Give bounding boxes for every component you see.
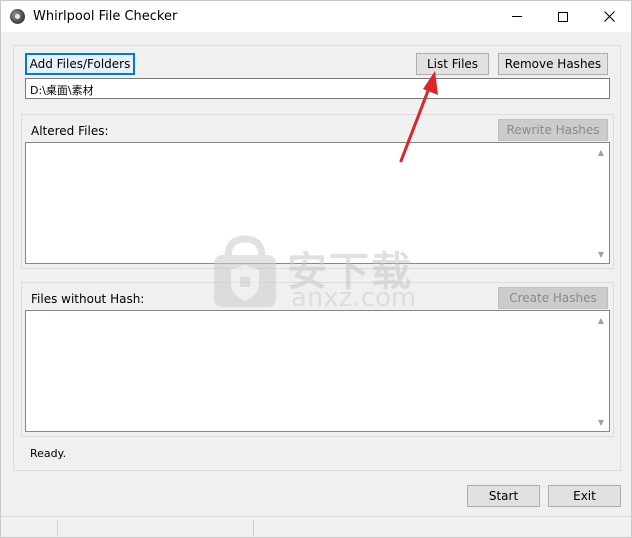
scroll-up-icon[interactable]: ▲: [595, 146, 607, 158]
close-button[interactable]: [586, 1, 632, 32]
add-files-folders-button[interactable]: Add Files/Folders: [25, 53, 135, 75]
list-files-button[interactable]: List Files: [416, 53, 489, 75]
status-text: Ready.: [30, 447, 67, 460]
maximize-button[interactable]: [540, 1, 586, 32]
exit-button[interactable]: Exit: [548, 485, 621, 507]
window-title: Whirlpool File Checker: [33, 9, 178, 24]
path-field[interactable]: D:\桌面\素材: [25, 78, 610, 99]
maximize-icon: [558, 11, 568, 22]
remove-hashes-button[interactable]: Remove Hashes: [498, 53, 608, 75]
altered-files-list[interactable]: ▲ ▼: [25, 142, 610, 264]
status-bar: [1, 516, 631, 537]
minimize-icon: [512, 16, 522, 17]
title-bar[interactable]: Whirlpool File Checker: [1, 1, 631, 32]
scroll-up-icon[interactable]: ▲: [595, 314, 607, 326]
status-bar-divider: [253, 520, 254, 536]
files-without-hash-label: Files without Hash:: [31, 292, 145, 306]
app-window: Whirlpool File Checker Add Files/Folders…: [0, 0, 632, 538]
app-logo-icon: [10, 9, 25, 24]
files-without-hash-list[interactable]: ▲ ▼: [25, 310, 610, 432]
scroll-down-icon[interactable]: ▼: [595, 416, 607, 428]
minimize-button[interactable]: [494, 1, 540, 32]
altered-files-label: Altered Files:: [31, 124, 109, 138]
scroll-down-icon[interactable]: ▼: [595, 248, 607, 260]
close-icon: [603, 11, 615, 22]
rewrite-hashes-button[interactable]: Rewrite Hashes: [498, 119, 608, 141]
status-bar-divider: [57, 520, 58, 536]
create-hashes-button[interactable]: Create Hashes: [498, 287, 608, 309]
start-button[interactable]: Start: [467, 485, 540, 507]
